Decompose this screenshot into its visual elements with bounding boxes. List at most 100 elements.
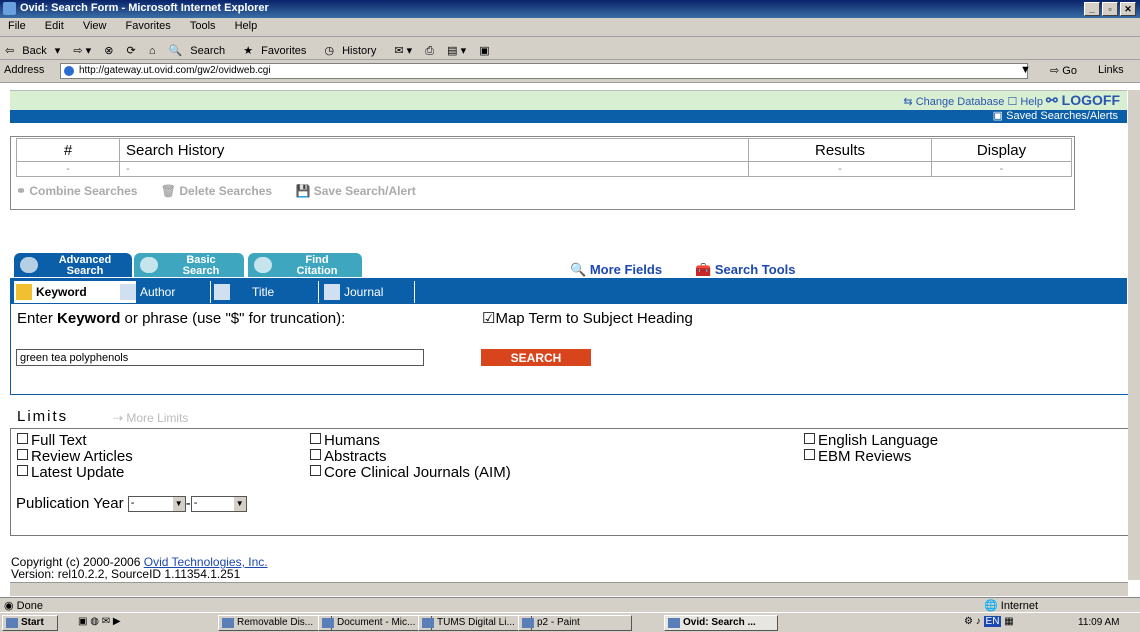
limit-humans[interactable]: Humans xyxy=(310,433,380,449)
taskbar-item-active[interactable]: Ovid: Search ... xyxy=(664,615,778,631)
network-icon[interactable]: ▦ xyxy=(1004,616,1013,627)
address-dropdown-icon[interactable]: ▼ xyxy=(1020,64,1031,76)
close-button[interactable]: ✕ xyxy=(1120,2,1136,16)
change-database-link[interactable]: ⇆ Change Database xyxy=(903,96,1004,108)
menu-tools[interactable]: Tools xyxy=(182,18,224,32)
horizontal-scrollbar[interactable] xyxy=(10,582,1128,596)
more-limits-link[interactable]: ⇢ More Limits xyxy=(113,411,188,425)
map-term-checkbox[interactable]: ☑Map Term to Subject Heading xyxy=(482,311,742,327)
checkbox[interactable] xyxy=(804,449,815,460)
zone-indicator: 🌐 Internet xyxy=(984,600,1039,612)
search-prompt: Enter Keyword or phrase (use "$" for tru… xyxy=(17,311,437,327)
menu-view[interactable]: View xyxy=(75,18,115,32)
back-label: Back xyxy=(22,45,47,57)
taskbar-item[interactable]: TUMS Digital Li... xyxy=(418,615,532,631)
menu-favorites[interactable]: Favorites xyxy=(118,18,179,32)
print-icon[interactable]: ⎙ xyxy=(420,41,439,58)
history-actions: ⚭ Combine Searches 🗑 Delete Searches 💾 S… xyxy=(16,184,436,198)
window-titlebar: Ovid: Search Form - Microsoft Internet E… xyxy=(0,0,1140,18)
publication-year-label: Publication Year xyxy=(16,495,124,512)
address-input[interactable]: http://gateway.ut.ovid.com/gw2/ovidweb.c… xyxy=(60,63,1028,79)
edit-icon[interactable]: ▤ ▾ xyxy=(442,40,471,57)
volume-icon[interactable]: ♪ xyxy=(976,616,981,627)
taskbar-item[interactable]: p2 - Paint xyxy=(518,615,632,631)
help-link[interactable]: ☐ Help xyxy=(1007,96,1043,108)
checkbox[interactable] xyxy=(310,433,321,444)
maximize-button[interactable]: ▫ xyxy=(1102,2,1118,16)
saved-searches-link[interactable]: ▣ Saved Searches/Alerts xyxy=(993,109,1118,122)
language-indicator[interactable]: EN xyxy=(983,616,1002,627)
taskbar-item[interactable]: Removable Dis... xyxy=(218,615,332,631)
limit-core-clinical[interactable]: Core Clinical Journals (AIM) xyxy=(310,465,511,481)
stop-icon[interactable]: ⊗ xyxy=(99,40,118,57)
taskbar-item-label: Removable Dis... xyxy=(237,617,314,628)
keyword-search-input[interactable] xyxy=(16,349,424,366)
limit-latest-update[interactable]: Latest Update xyxy=(17,465,124,481)
refresh-icon[interactable]: ⟳ xyxy=(122,40,141,57)
favorites-label: Favorites xyxy=(261,45,307,57)
back-button[interactable]: ⇦ Back ▾ xyxy=(0,37,65,57)
search-button[interactable]: 🔍 Search xyxy=(164,37,236,57)
tab-journal[interactable]: Journal xyxy=(322,281,436,303)
minimize-button[interactable]: _ xyxy=(1084,2,1100,16)
outlook-icon[interactable]: ✉ xyxy=(102,616,110,627)
limit-ebm-label: EBM Reviews xyxy=(818,448,912,465)
prompt-post: or phrase (use "$" for truncation): xyxy=(120,310,346,327)
tab-basic-search[interactable]: Basic Search xyxy=(134,253,244,277)
limit-english[interactable]: English Language xyxy=(804,433,938,449)
go-button[interactable]: ⇨ Go xyxy=(1050,64,1077,77)
menu-edit[interactable]: Edit xyxy=(37,18,72,32)
taskbar-item[interactable]: Document - Mic... xyxy=(318,615,432,631)
mail-icon[interactable]: ✉ ▾ xyxy=(389,40,417,57)
vertical-scrollbar[interactable] xyxy=(1128,90,1140,580)
cell-display: - xyxy=(931,161,1072,177)
limit-humans-label: Humans xyxy=(324,432,380,449)
links-button[interactable]: Links xyxy=(1098,64,1124,76)
limit-review-articles[interactable]: Review Articles xyxy=(17,449,133,465)
tab-advanced-search[interactable]: Advanced Search xyxy=(14,253,132,277)
menu-file[interactable]: File xyxy=(0,18,34,32)
save-search-button[interactable]: 💾 Save Search/Alert xyxy=(295,184,425,198)
limit-core-label: Core Clinical Journals (AIM) xyxy=(324,464,511,481)
limit-abstracts[interactable]: Abstracts xyxy=(310,449,387,465)
browser-toolbar: ⇦ Back ▾ ⇨ ▾ ⊗ ⟳ ⌂ 🔍 Search ★ Favorites … xyxy=(0,37,1140,60)
search-tools-link[interactable]: 🧰 Search Tools xyxy=(695,262,796,278)
year-from-select[interactable]: - ▼ xyxy=(127,496,186,513)
media-icon[interactable]: ▶ xyxy=(113,616,121,627)
home-icon[interactable]: ⌂ xyxy=(144,41,161,57)
tray-icon[interactable]: ⚙ xyxy=(964,616,973,627)
checkbox-checked-icon[interactable]: ☑ xyxy=(482,310,495,327)
tab-find-citation[interactable]: Find Citation xyxy=(248,253,362,277)
history-button[interactable]: ◷ History xyxy=(319,37,386,57)
checkbox[interactable] xyxy=(310,465,321,476)
tab-title[interactable]: Title xyxy=(212,281,334,303)
favorites-button[interactable]: ★ Favorites xyxy=(238,37,316,57)
tab-title-label: Title xyxy=(252,285,275,299)
zone-label: Internet xyxy=(1000,600,1039,612)
year-to-select[interactable]: - ▼ xyxy=(190,496,247,513)
limit-ebm-reviews[interactable]: EBM Reviews xyxy=(804,449,911,465)
discuss-icon[interactable]: ▣ xyxy=(474,40,494,57)
logoff-link[interactable]: ⚯ LOGOFF xyxy=(1046,92,1120,108)
start-button[interactable]: Start xyxy=(2,615,58,631)
checkbox[interactable] xyxy=(804,433,815,444)
combine-searches-button[interactable]: ⚭ Combine Searches xyxy=(16,184,147,198)
checkbox[interactable] xyxy=(310,449,321,460)
checkbox[interactable] xyxy=(17,433,28,444)
checkbox[interactable] xyxy=(17,465,28,476)
limit-full-text[interactable]: Full Text xyxy=(17,433,87,449)
window-title: Ovid: Search Form - Microsoft Internet E… xyxy=(20,2,269,14)
table-row: - - - - xyxy=(16,161,1072,177)
year-to-value: - xyxy=(193,497,198,510)
forward-button[interactable]: ⇨ ▾ xyxy=(68,40,96,57)
desktop-icon[interactable]: ▣ xyxy=(78,616,87,627)
more-fields-link[interactable]: 🔍 More Fields xyxy=(570,262,662,278)
checkbox[interactable] xyxy=(17,449,28,460)
more-fields-label: More Fields xyxy=(589,262,663,277)
ie-launch-icon[interactable]: ◍ xyxy=(90,616,99,627)
search-button[interactable]: SEARCH xyxy=(481,349,591,366)
tab-author-label: Author xyxy=(140,285,176,299)
limits-heading: Limits xyxy=(17,408,69,425)
menu-help[interactable]: Help xyxy=(227,18,266,32)
delete-searches-button[interactable]: 🗑 Delete Searches xyxy=(161,184,282,198)
